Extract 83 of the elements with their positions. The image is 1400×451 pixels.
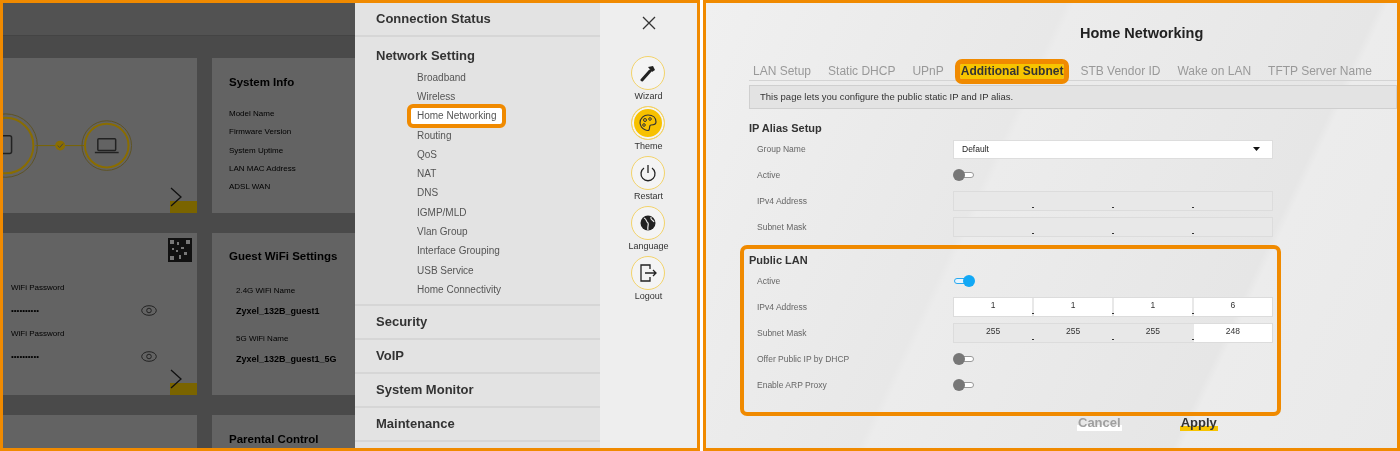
page-title: Home Networking (1080, 24, 1205, 42)
field-label: 2.4G WiFi Name (236, 286, 297, 296)
toggle-switch[interactable] (953, 353, 975, 365)
next-button[interactable] (170, 187, 197, 213)
card-title: Guest WiFi Settings (229, 249, 339, 264)
field-label: Group Name (757, 144, 807, 154)
toolbar-label: Theme (634, 141, 663, 152)
toggle-switch[interactable] (953, 275, 975, 287)
field-label: Active (757, 170, 782, 180)
menu-item[interactable]: IGMP/MLD (411, 204, 473, 221)
qr-code-icon (168, 238, 192, 262)
password-value: •••••••••• (11, 351, 39, 362)
field-label: WiFi Password (11, 283, 66, 293)
menu-item[interactable]: Interface Grouping (411, 243, 506, 260)
field-label: IPv4 Address (757, 302, 809, 312)
field-label: 5G WiFi Name (236, 334, 290, 344)
language-button[interactable] (631, 206, 666, 240)
field-label: WiFi Password (11, 329, 66, 339)
ip-address-field[interactable]: 1 1 1 6 (953, 297, 1273, 317)
wand-icon (639, 64, 658, 82)
logout-button[interactable] (631, 256, 666, 290)
menu-section[interactable]: Connection Status (355, 3, 600, 35)
menu-item[interactable]: Wireless (411, 88, 462, 105)
toolbar-label: Logout (634, 291, 663, 302)
menu-item[interactable]: Vlan Group (411, 224, 474, 240)
menu-item[interactable]: NAT (411, 166, 443, 183)
octet-field[interactable]: 1 (1113, 298, 1193, 316)
menu-section[interactable]: VoIP (355, 339, 600, 372)
info-label: ADSL WAN (229, 181, 272, 194)
ip-address-field[interactable] (953, 217, 1273, 237)
card-title: System Info (229, 75, 296, 90)
eye-icon[interactable] (141, 305, 157, 316)
power-icon (638, 163, 659, 183)
wizard-button[interactable] (631, 56, 666, 90)
logout-icon (638, 263, 659, 283)
menu-item[interactable]: Routing (411, 127, 458, 144)
octet-field[interactable]: 1 (1033, 298, 1113, 316)
menu-item[interactable]: USB Service (411, 262, 480, 279)
toggle-switch[interactable] (953, 379, 975, 391)
menu-section[interactable]: Maintenance (355, 407, 600, 440)
info-label: System Uptime (229, 144, 285, 157)
toolbar-label: Language (628, 241, 669, 252)
octet-field[interactable]: 1 (954, 298, 1033, 316)
menu-section[interactable]: System Monitor (355, 373, 600, 406)
menu-item[interactable]: Broadband (411, 69, 472, 86)
info-banner: This page lets you configure the public static IP and IP alias. (749, 85, 1397, 109)
next-button[interactable] (170, 369, 197, 395)
wifi-name: Zyxel_132B_guest1_5G (236, 353, 338, 365)
toolbar-label: Wizard (634, 91, 663, 102)
eye-icon[interactable] (141, 351, 157, 362)
group-name-dropdown[interactable]: Default (953, 139, 1273, 159)
octet-field[interactable]: 248 (1193, 324, 1272, 342)
theme-button[interactable] (631, 106, 666, 140)
octet-field[interactable]: 6 (1193, 298, 1272, 316)
globe-icon (639, 214, 658, 232)
menu-section[interactable]: Security (355, 305, 600, 338)
info-label: LAN MAC Address (229, 162, 297, 175)
menu-section[interactable]: Network Setting (355, 37, 600, 65)
field-label: Enable ARP Proxy (757, 380, 828, 390)
restart-button[interactable] (631, 156, 666, 190)
info-label: Model Name (229, 108, 276, 120)
menu-item[interactable]: DNS (411, 185, 445, 202)
caret-icon (1253, 147, 1260, 151)
field-label: IPv4 Address (757, 196, 809, 206)
palette-icon (638, 113, 659, 133)
chevron-right-icon (170, 187, 182, 208)
chevron-right-icon (170, 369, 182, 389)
toolbar-label: Restart (633, 191, 663, 202)
section-title: IP Alias Setup (749, 121, 823, 136)
section-title: Public LAN (749, 253, 809, 268)
card-title: Parental Control (229, 432, 320, 447)
field-label: Offer Public IP by DHCP (757, 354, 851, 364)
wifi-name: Zyxel_132B_guest1 (236, 305, 321, 317)
field-label: Active (757, 276, 782, 286)
password-value: •••••••••• (11, 305, 39, 316)
toggle-switch[interactable] (953, 169, 975, 181)
field-label: Subnet Mask (757, 328, 808, 338)
ip-address-field[interactable] (953, 191, 1273, 211)
menu-item[interactable]: QoS (411, 146, 443, 163)
info-label: Firmware Version (229, 126, 293, 139)
field-label: Subnet Mask (757, 222, 808, 232)
menu-item[interactable]: Home Connectivity (411, 281, 507, 298)
close-icon[interactable] (641, 16, 656, 30)
